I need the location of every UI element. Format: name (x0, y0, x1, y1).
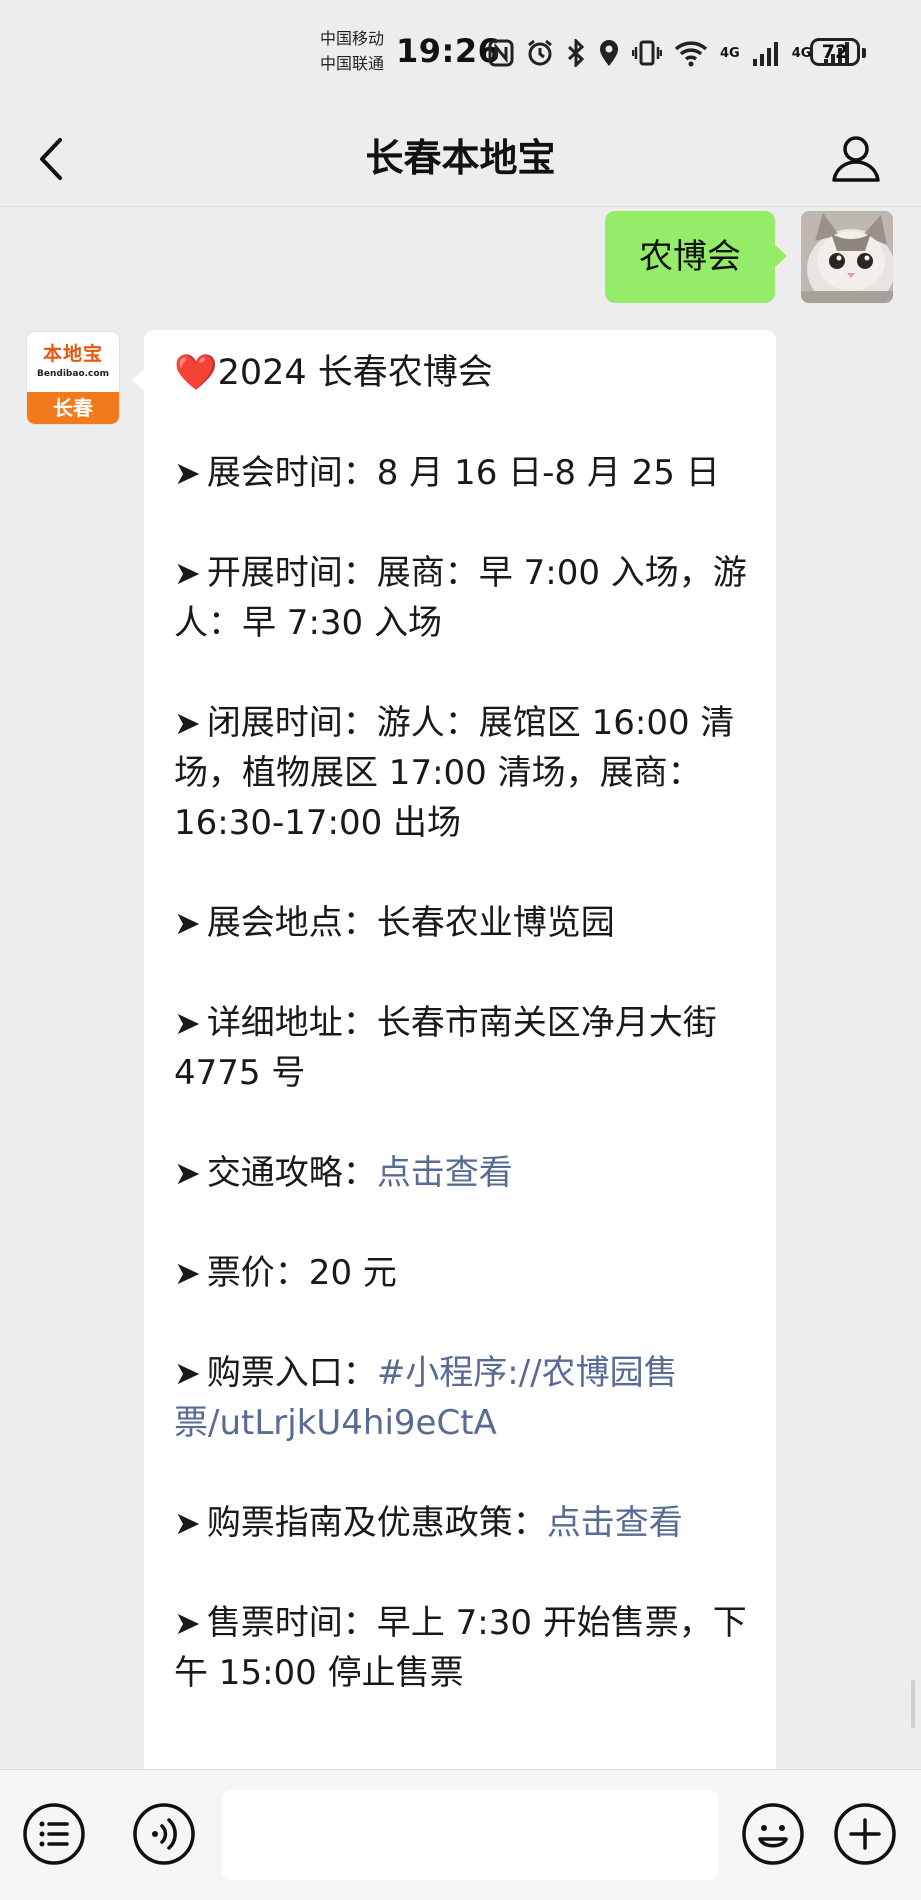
arrow-bullet-icon: ➤ (174, 1504, 201, 1542)
arrow-bullet-icon: ➤ (174, 704, 201, 742)
location-icon (600, 40, 618, 66)
scrollbar[interactable] (911, 1680, 915, 1728)
message-list[interactable]: 农博会 本地宝 Bendibao.com 长春 ❤️2024 长春农博会 ➤ 展会… (0, 207, 921, 1769)
menu-button[interactable] (22, 1802, 86, 1866)
user-message-bubble[interactable]: 农博会 (605, 211, 787, 303)
carrier-labels: 中国移动 中国联通 (320, 26, 384, 76)
avatar-url: Bendibao.com (37, 369, 109, 379)
arrow-bullet-icon: ➤ (174, 1004, 201, 1042)
vibrate-icon (632, 40, 662, 66)
profile-button[interactable] (828, 130, 884, 186)
info-line-text: 详细地址：长春市南关区净月大街 4775 号 (174, 1003, 717, 1093)
signal-icon (752, 42, 778, 66)
info-line-text: 购票入口： (206, 1353, 377, 1393)
status-bar: 中国移动 中国联通 19:26 4G 4G 72 (0, 0, 921, 110)
heart-icon: ❤️ (174, 353, 218, 393)
arrow-bullet-icon: ➤ (174, 1154, 201, 1192)
info-line-text: 开展时间：展商：早 7:00 入场，游人：早 7:30 入场 (174, 553, 747, 643)
bot-message-bubble[interactable]: ❤️2024 长春农博会 ➤ 展会时间：8 月 16 日-8 月 25 日 ➤ 开展… (132, 330, 776, 1769)
arrow-bullet-icon: ➤ (174, 454, 201, 492)
info-line-text: 展会地点：长春农业博览园 (206, 903, 615, 943)
info-line: ➤ 开展时间：展商：早 7:00 入场，游人：早 7:30 入场 (174, 548, 748, 648)
info-line-text: 售票时间：早上 7:30 开始售票，下午 15:00 停止售票 (174, 1603, 747, 1693)
emoji-icon (742, 1803, 804, 1865)
nav-bar: 长春本地宝 (0, 110, 921, 207)
traffic-guide-link[interactable]: 点击查看 (377, 1153, 513, 1193)
info-line: ➤ 购票入口：#小程序://农博园售票/utLrjkU4hi9eCtA (174, 1348, 748, 1448)
info-line: ➤ 交通攻略：点击查看 (174, 1148, 748, 1198)
bubble-tail (132, 368, 145, 392)
more-button[interactable] (833, 1802, 897, 1866)
info-line: ➤ 购票指南及优惠政策：点击查看 (174, 1498, 748, 1548)
carrier-1: 中国移动 (320, 29, 385, 48)
network-type-2: 4G (791, 45, 812, 61)
voice-button[interactable] (132, 1802, 196, 1866)
info-line: ➤ 详细地址：长春市南关区净月大街 4775 号 (174, 998, 748, 1098)
info-line-text: 闭展时间：游人：展馆区 16:00 清场，植物展区 17:00 清场，展商：16… (174, 703, 735, 843)
page-title: 长春本地宝 (365, 136, 556, 180)
info-line-text: 交通攻略： (206, 1153, 377, 1193)
cat-avatar-image (801, 211, 893, 303)
bot-message-title: ❤️2024 长春农博会 (174, 348, 748, 398)
info-line: ➤ 展会时间：8 月 16 日-8 月 25 日 (174, 448, 748, 498)
info-line: ➤ 票价：20 元 (174, 1248, 748, 1298)
wifi-icon (674, 41, 708, 67)
avatar-city: 长春 (27, 392, 119, 424)
message-input[interactable] (222, 1790, 718, 1880)
arrow-bullet-icon: ➤ (174, 554, 201, 592)
voice-icon (133, 1803, 195, 1865)
info-line-text: 票价：20 元 (206, 1253, 397, 1293)
bot-message-title-text: 2024 长春农博会 (217, 353, 493, 393)
info-line-text: 购票指南及优惠政策： (206, 1503, 547, 1543)
bubble-tail (774, 244, 787, 268)
network-type-1: 4G (720, 45, 740, 61)
info-line: ➤ 闭展时间：游人：展馆区 16:00 清场，植物展区 17:00 清场，展商：1… (174, 698, 748, 848)
info-line: ➤ 展会地点：长春农业博览园 (174, 898, 748, 948)
bot-avatar[interactable]: 本地宝 Bendibao.com 长春 (27, 332, 119, 424)
input-bar (0, 1769, 921, 1900)
arrow-bullet-icon: ➤ (174, 1354, 201, 1392)
status-icons: 4G 4G (488, 36, 851, 70)
battery-indicator: 72 (810, 38, 860, 66)
user-message-text: 农博会 (639, 237, 741, 277)
list-menu-icon (23, 1803, 85, 1865)
nfc-icon (488, 39, 514, 67)
info-line: ➤ 售票时间：早上 7:30 开始售票，下午 15:00 停止售票 (174, 1598, 748, 1698)
arrow-bullet-icon: ➤ (174, 1604, 201, 1642)
battery-nub (862, 48, 866, 58)
person-icon (832, 136, 880, 182)
ticket-guide-link[interactable]: 点击查看 (547, 1503, 683, 1543)
info-line-text: 展会时间：8 月 16 日-8 月 25 日 (206, 453, 720, 493)
arrow-bullet-icon: ➤ (174, 904, 201, 942)
status-time: 19:26 (396, 32, 501, 70)
alarm-icon (528, 39, 552, 66)
user-avatar[interactable] (801, 211, 893, 303)
bluetooth-icon (567, 39, 585, 67)
arrow-bullet-icon: ➤ (174, 1254, 201, 1292)
carrier-2: 中国联通 (320, 54, 385, 73)
emoji-button[interactable] (741, 1802, 805, 1866)
avatar-brand: 本地宝 (42, 343, 103, 365)
plus-icon (834, 1803, 896, 1865)
